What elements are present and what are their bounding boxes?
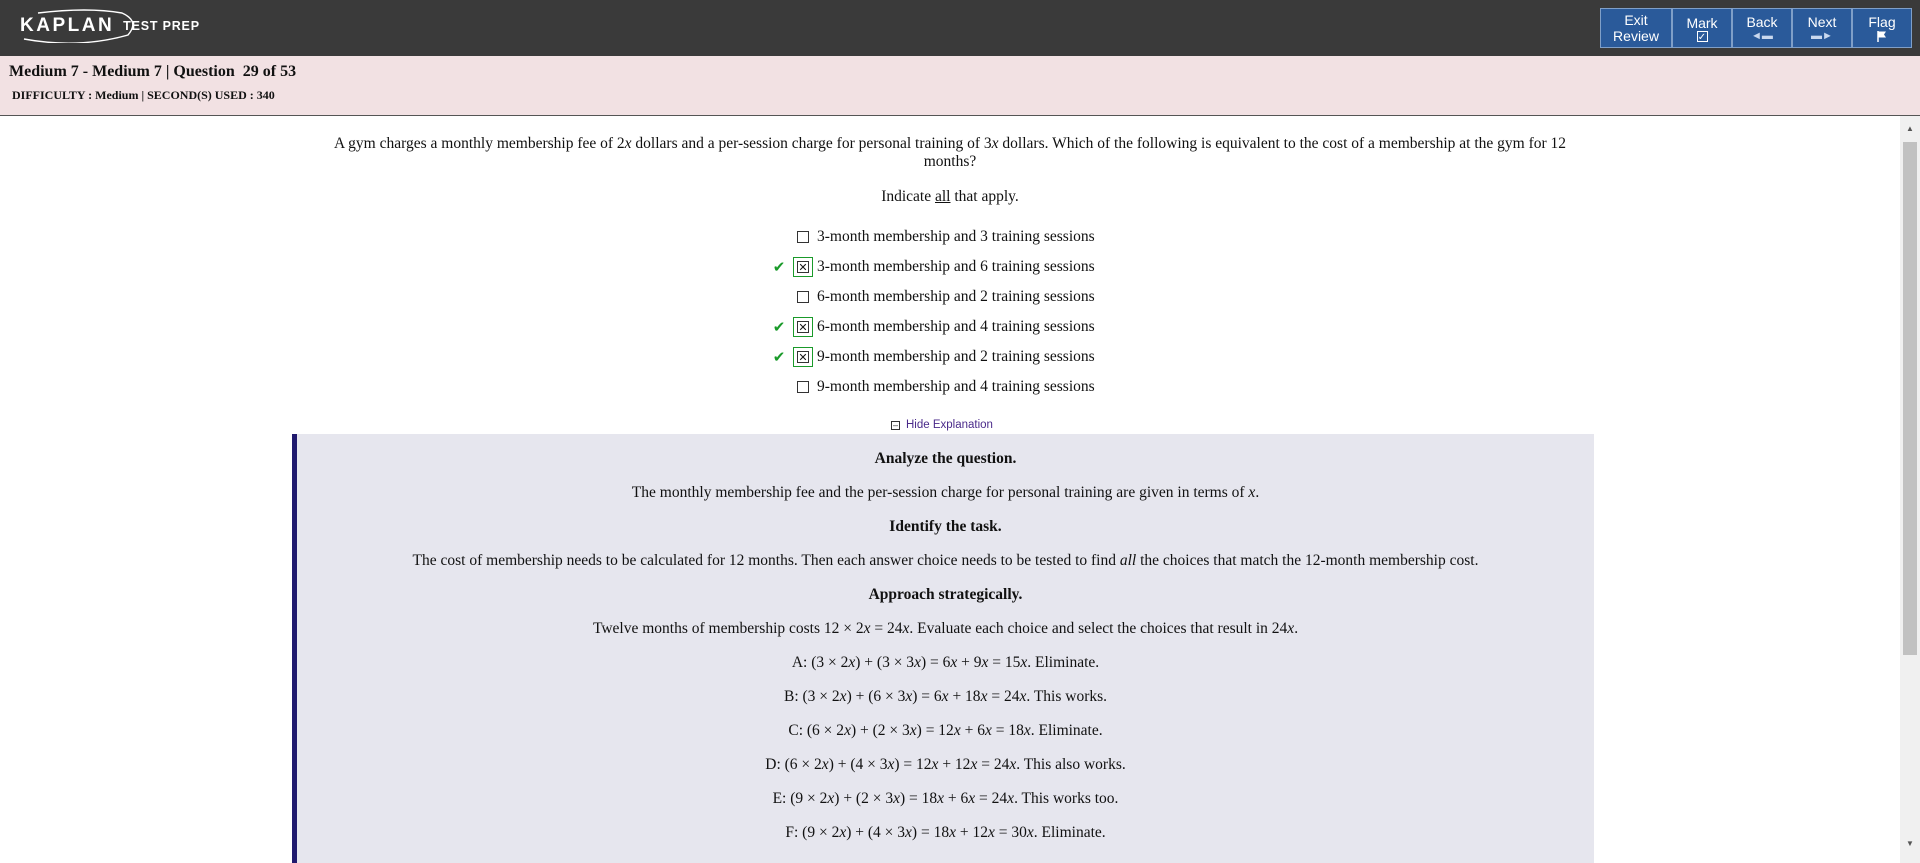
logo-subtitle: TEST PREP	[123, 19, 200, 33]
back-label: Back	[1746, 14, 1778, 30]
exit-label-line2: Review	[1613, 28, 1659, 44]
answer-choice[interactable]: ✔ ✕ 6-month membership and 4 training sess…	[770, 317, 1095, 337]
exit-review-button[interactable]: Exit Review	[1600, 8, 1672, 48]
answer-checkbox[interactable]	[797, 381, 809, 393]
correct-check-icon: ✔	[772, 319, 786, 336]
scroll-thumb[interactable]	[1903, 142, 1917, 655]
explanation-text: The monthly membership fee and the per-s…	[631, 484, 1260, 501]
vertical-scrollbar[interactable]: ▲ ▼	[1900, 116, 1920, 863]
mark-label: Mark	[1686, 14, 1718, 31]
hide-explanation-link[interactable]: – Hide Explanation	[891, 419, 993, 431]
answer-choice-label: 3-month membership and 3 training sessio…	[817, 228, 1095, 245]
next-button[interactable]: Next ▬►	[1792, 8, 1852, 48]
explanation-heading: Identify the task.	[889, 518, 1002, 535]
explanation-text: B: (3 × 2x) + (6 × 3x) = 6x + 18x = 24x.…	[783, 688, 1108, 705]
explanation-text: E: (9 × 2x) + (2 × 3x) = 18x + 6x = 24x.…	[772, 790, 1119, 807]
explanation-panel: Analyze the question. The monthly members…	[292, 434, 1594, 863]
answer-choice[interactable]: 9-month membership and 4 training sessio…	[770, 377, 1095, 397]
answer-choice-label: 6-month membership and 4 training sessio…	[817, 318, 1095, 335]
question-stem: A gym charges a monthly membership fee o…	[333, 135, 1567, 170]
mark-button[interactable]: Mark ✓	[1672, 8, 1732, 48]
answer-choice-label: 9-month membership and 2 training sessio…	[817, 348, 1095, 365]
answer-choice[interactable]: 3-month membership and 3 training sessio…	[770, 227, 1095, 247]
question-info-bar: Medium 7 - Medium 7 | Question 29 of 53 …	[0, 56, 1920, 116]
explanation-text: F: (9 × 2x) + (4 × 3x) = 18x + 12x = 30x…	[785, 824, 1106, 841]
exit-label-line1: Exit	[1624, 12, 1648, 28]
explanation-text: C: (6 × 2x) + (2 × 3x) = 12x + 6x = 18x.…	[788, 722, 1103, 739]
answer-choice[interactable]: ✔ ✕ 3-month membership and 6 training sess…	[770, 257, 1095, 277]
flag-button[interactable]: Flag	[1852, 8, 1912, 48]
answer-checkbox[interactable]: ✕	[793, 317, 813, 337]
answer-checkbox[interactable]: ✕	[793, 257, 813, 277]
answer-choice-label: 9-month membership and 4 training sessio…	[817, 378, 1095, 395]
answer-choice-label: 3-month membership and 6 training sessio…	[817, 258, 1095, 275]
flag-icon	[1877, 31, 1886, 42]
answer-choice-label: 6-month membership and 2 training sessio…	[817, 288, 1095, 305]
back-button[interactable]: Back ◄▬	[1732, 8, 1792, 48]
answer-checkbox[interactable]: ✕	[793, 347, 813, 367]
answer-choice[interactable]: 6-month membership and 2 training sessio…	[770, 287, 1095, 307]
correct-check-icon: ✔	[772, 349, 786, 366]
scroll-down-arrow-icon[interactable]: ▼	[1906, 839, 1914, 848]
explanation-text: D: (6 × 2x) + (4 × 3x) = 12x + 12x = 24x…	[765, 756, 1126, 773]
explanation-text: A: (3 × 2x) + (3 × 3x) = 6x + 9x = 15x. …	[791, 654, 1100, 671]
flag-label: Flag	[1868, 14, 1896, 30]
question-meta: DIFFICULTY : Medium | SECOND(S) USED : 3…	[12, 88, 275, 102]
question-title: Medium 7 - Medium 7 | Question 29 of 53	[9, 63, 297, 80]
kaplan-logo: KAPLAN TEST PREP	[18, 9, 200, 43]
correct-check-icon: ✔	[772, 259, 786, 276]
explanation-heading: Approach strategically.	[868, 586, 1023, 603]
arrow-left-icon: ◄▬	[1751, 30, 1773, 42]
collapse-icon: –	[891, 419, 900, 430]
arrow-right-icon: ▬►	[1811, 30, 1833, 42]
answer-checkbox[interactable]	[797, 291, 809, 303]
question-instruction: Indicate all that apply.	[881, 188, 1019, 205]
hide-explanation-label: Hide Explanation	[906, 419, 993, 431]
answer-checkbox[interactable]	[797, 231, 809, 243]
top-bar: KAPLAN TEST PREP Exit Review Mark ✓ Back…	[0, 0, 1920, 56]
explanation-text: The cost of membership needs to be calcu…	[412, 552, 1479, 569]
checkbox-icon: ✓	[1696, 30, 1708, 43]
answer-choice[interactable]: ✔ ✕ 9-month membership and 2 training sess…	[770, 347, 1095, 367]
scroll-up-arrow-icon[interactable]: ▲	[1906, 124, 1914, 133]
logo-brand-text: KAPLAN	[20, 15, 115, 36]
explanation-heading: Analyze the question.	[874, 450, 1017, 467]
explanation-text: Twelve months of membership costs 12 × 2…	[592, 620, 1299, 637]
question-content: A gym charges a monthly membership fee o…	[0, 116, 1900, 863]
next-label: Next	[1807, 14, 1837, 30]
